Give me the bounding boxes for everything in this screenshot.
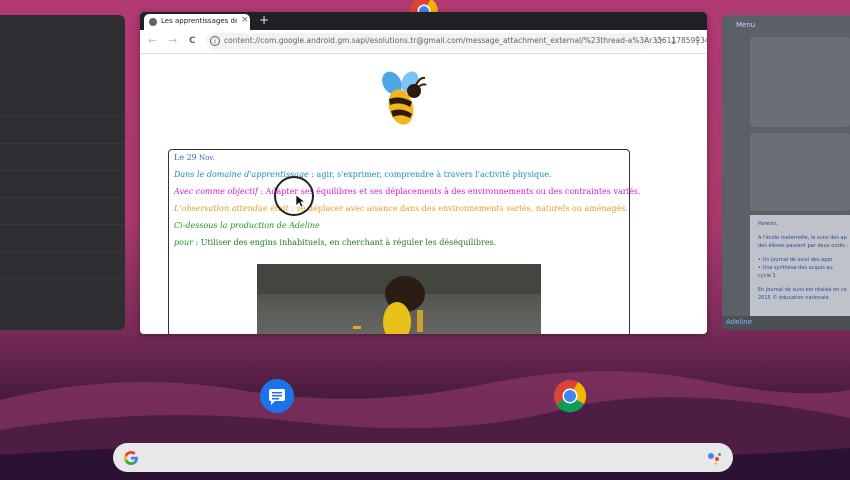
forward-button[interactable]: → bbox=[168, 34, 177, 47]
browser-window[interactable]: Les apprentissages de Adeline × + ← → C … bbox=[140, 12, 707, 334]
browser-toolbar: ← → C i content://com.google.android.gm.… bbox=[140, 30, 707, 54]
student-photo bbox=[257, 264, 541, 334]
doc-line: • Un journal de suivi des appr bbox=[758, 257, 833, 263]
info-icon[interactable]: i bbox=[210, 36, 220, 46]
back-button[interactable]: ← bbox=[148, 34, 157, 47]
chrome-icon bbox=[554, 380, 587, 413]
objective-label: Avec comme objectif bbox=[174, 187, 258, 196]
bookmark-star-icon[interactable]: ☆ bbox=[654, 34, 664, 47]
doc-line: 2015 © éducation nationale bbox=[758, 295, 829, 301]
address-bar[interactable]: i content://com.google.android.gm.sapi/e… bbox=[206, 33, 707, 50]
date-prefix: Le 29 bbox=[174, 153, 197, 162]
right-window-document: Parents, A l'école maternelle, le suivi … bbox=[750, 215, 850, 325]
browser-tab[interactable]: Les apprentissages de Adeline × bbox=[144, 14, 250, 30]
right-window-pane bbox=[750, 37, 850, 127]
doc-line: cycle 1 bbox=[758, 273, 776, 279]
page-content: Le 29 Nov. Dans le domaine d'apprentissa… bbox=[140, 54, 707, 334]
doc-line: • Une synthèse des acquis au bbox=[758, 265, 833, 271]
right-window-footer: Adeline bbox=[722, 316, 850, 330]
mouse-pointer-icon bbox=[295, 194, 305, 208]
objective-text: : Adapter ses équilibres et ses déplacem… bbox=[257, 187, 641, 196]
objective-line: Avec comme objectif : Adapter ses équili… bbox=[174, 187, 641, 196]
tab-favicon-icon bbox=[149, 18, 157, 26]
bee-logo-icon bbox=[382, 71, 427, 125]
right-window-pane bbox=[750, 133, 850, 211]
download-icon[interactable]: ⤓ bbox=[671, 34, 676, 48]
tab-close-icon[interactable]: × bbox=[241, 15, 249, 25]
production-line: Ci-dessous la production de Adeline bbox=[174, 221, 320, 230]
browser-menu-icon[interactable]: ⋮ bbox=[692, 34, 703, 47]
pour-label: pour bbox=[174, 238, 193, 247]
messages-app-icon[interactable] bbox=[260, 379, 294, 413]
date-line: Le 29 Nov. bbox=[174, 153, 215, 162]
tab-strip: Les apprentissages de Adeline × + bbox=[140, 12, 707, 30]
google-g-icon bbox=[124, 451, 138, 465]
doc-line: des élèves passent par deux outils : bbox=[758, 243, 849, 249]
domain-line: Dans le domaine d'apprentissage : agir, … bbox=[174, 170, 552, 179]
pour-line: pour : Utiliser des engins inhabituels, … bbox=[174, 238, 496, 247]
right-window-footer-text: Adeline bbox=[726, 318, 753, 326]
observation-text: : se déplacer avec aisance dans des envi… bbox=[288, 204, 628, 213]
pour-text: : Utiliser des engins inhabituels, en ch… bbox=[192, 238, 497, 247]
assistant-icon[interactable] bbox=[706, 450, 722, 466]
right-app-window[interactable]: Menu Parents, A l'école maternelle, le s… bbox=[722, 15, 850, 330]
date-month: Nov. bbox=[196, 154, 215, 162]
url-text[interactable]: content://com.google.android.gm.sapi/eso… bbox=[224, 36, 707, 45]
new-tab-button[interactable]: + bbox=[259, 13, 269, 27]
domain-text: : agir, s'exprimer, comprendre à travers… bbox=[308, 170, 552, 179]
left-app-window[interactable] bbox=[0, 15, 125, 330]
doc-line: En journal de suivi est réalisé en co bbox=[758, 287, 847, 293]
observation-label: L'observation attendue était bbox=[174, 204, 289, 213]
messages-icon bbox=[269, 389, 285, 405]
pointer-highlight bbox=[274, 176, 314, 216]
reload-button[interactable]: C bbox=[189, 36, 196, 46]
chrome-app-icon[interactable] bbox=[553, 379, 587, 413]
launcher-search-bar[interactable] bbox=[113, 443, 733, 472]
observation-line: L'observation attendue était : se déplac… bbox=[174, 204, 628, 213]
tab-title: Les apprentissages de Adeline bbox=[161, 17, 237, 25]
observation-sheet: Le 29 Nov. Dans le domaine d'apprentissa… bbox=[168, 149, 641, 334]
right-window-title: Menu bbox=[736, 21, 756, 29]
doc-line: A l'école maternelle, le suivi des ap bbox=[758, 235, 847, 241]
doc-line: Parents, bbox=[758, 221, 779, 227]
